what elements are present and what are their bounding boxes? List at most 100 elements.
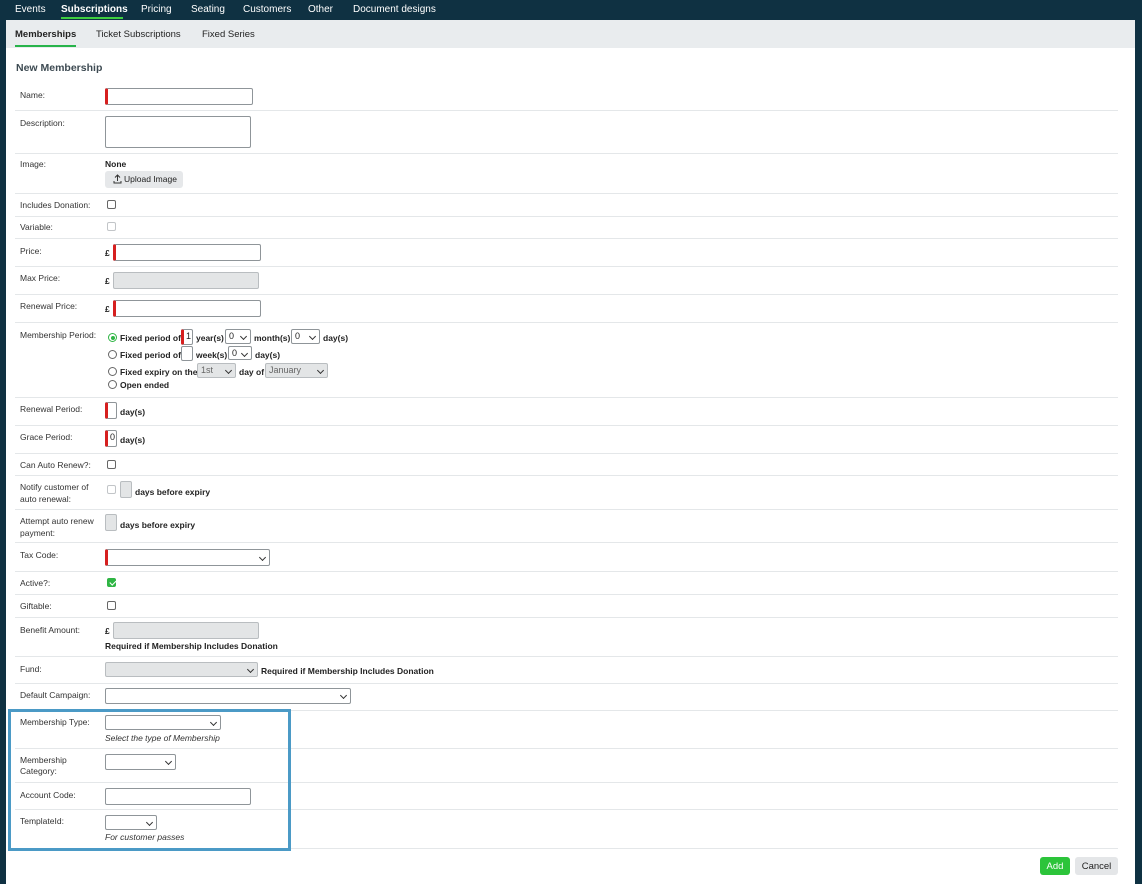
- variable-checkbox[interactable]: [107, 222, 116, 231]
- expiry-day-select[interactable]: 1st: [197, 363, 236, 378]
- day-of-text: day of: [239, 367, 265, 377]
- name-input[interactable]: [105, 88, 253, 105]
- active-label: Active?:: [20, 578, 51, 588]
- attempt-suffix: days before expiry: [120, 520, 196, 530]
- days-select[interactable]: 0: [291, 329, 320, 344]
- max-price-label: Max Price:: [20, 273, 61, 283]
- fixed-period-years-radio[interactable]: [108, 333, 117, 342]
- grace-period-unit: day(s): [120, 435, 146, 445]
- nav-document-designs[interactable]: Document designs: [353, 4, 436, 15]
- years-input[interactable]: 1: [181, 329, 193, 345]
- upload-image-button[interactable]: Upload Image: [105, 171, 183, 188]
- fund-label: Fund:: [20, 664, 42, 674]
- fund-select[interactable]: [105, 662, 258, 677]
- row-divider: [15, 425, 1118, 426]
- grace-period-input[interactable]: 0: [105, 430, 117, 447]
- notify-suffix: days before expiry: [135, 487, 211, 497]
- open-ended-radio[interactable]: [108, 380, 117, 389]
- attempt-days-input[interactable]: [105, 514, 117, 531]
- can-auto-renew-label: Can Auto Renew?:: [20, 460, 91, 470]
- fixed-expiry-text: Fixed expiry on the: [120, 367, 198, 377]
- days-value: 0: [295, 331, 301, 341]
- description-label: Description:: [20, 118, 65, 128]
- benefit-note: Required if Membership Includes Donation: [105, 641, 278, 651]
- row-divider: [15, 193, 1118, 194]
- default-campaign-select[interactable]: [105, 688, 351, 704]
- nav-pricing[interactable]: Pricing: [141, 4, 172, 15]
- giftable-checkbox[interactable]: [107, 601, 116, 610]
- weeks-unit: week(s): [196, 350, 228, 360]
- renewal-period-unit: day(s): [120, 407, 146, 417]
- weeks-days-unit: day(s): [255, 350, 281, 360]
- tax-code-select[interactable]: [105, 549, 270, 566]
- nav-customers[interactable]: Customers: [243, 4, 291, 15]
- notify-checkbox[interactable]: [107, 485, 116, 494]
- renewal-price-input[interactable]: [113, 300, 261, 317]
- row-divider: [15, 266, 1118, 267]
- row-divider: [15, 397, 1118, 398]
- row-divider: [15, 322, 1118, 323]
- row-divider: [15, 571, 1118, 572]
- open-ended-text: Open ended: [120, 380, 170, 390]
- row-divider: [15, 453, 1118, 454]
- weeks-days-value: 0: [232, 348, 238, 358]
- upload-icon: [113, 174, 122, 184]
- tab-ticket-subscriptions[interactable]: Ticket Subscriptions: [96, 29, 181, 40]
- can-auto-renew-checkbox[interactable]: [107, 460, 116, 469]
- weeks-input[interactable]: [181, 346, 193, 361]
- row-divider: [15, 617, 1118, 618]
- expiry-day-value: 1st: [201, 365, 214, 375]
- row-divider: [15, 238, 1118, 239]
- row-divider: [15, 542, 1118, 543]
- nav-seating[interactable]: Seating: [191, 4, 225, 15]
- nav-events[interactable]: Events: [15, 4, 46, 15]
- renewal-period-input[interactable]: [105, 402, 117, 419]
- max-price-input[interactable]: [113, 272, 259, 289]
- tab-fixed-series[interactable]: Fixed Series: [202, 29, 255, 40]
- price-input[interactable]: [113, 244, 261, 261]
- expiry-month-select[interactable]: January: [265, 363, 328, 378]
- tab-memberships[interactable]: Memberships: [15, 29, 76, 40]
- fixed-expiry-radio[interactable]: [108, 367, 117, 376]
- chevron-down-icon: [258, 553, 267, 562]
- notify-days-input[interactable]: [120, 481, 132, 498]
- description-textarea[interactable]: [105, 116, 251, 148]
- add-button[interactable]: Add: [1040, 857, 1070, 875]
- nav-active-indicator: [61, 17, 123, 19]
- chevron-down-icon: [308, 332, 317, 341]
- expiry-month-value: January: [269, 365, 302, 375]
- includes-donation-checkbox[interactable]: [107, 200, 116, 209]
- giftable-label: Giftable:: [20, 601, 52, 611]
- active-checkbox[interactable]: [107, 578, 116, 587]
- name-label: Name:: [20, 90, 46, 100]
- sub-nav: Memberships Ticket Subscriptions Fixed S…: [6, 20, 1135, 48]
- includes-donation-label: Includes Donation:: [20, 200, 91, 210]
- benefit-amount-input[interactable]: [113, 622, 259, 639]
- top-nav: Events Subscriptions Pricing Seating Cus…: [0, 0, 1142, 20]
- fund-note: Required if Membership Includes Donation: [261, 666, 434, 676]
- row-divider: [15, 656, 1118, 657]
- variable-label: Variable:: [20, 222, 53, 232]
- row-divider: [15, 594, 1118, 595]
- nav-subscriptions[interactable]: Subscriptions: [61, 4, 128, 15]
- add-button-label: Add: [1046, 861, 1064, 872]
- fixed-period-weeks-radio[interactable]: [108, 350, 117, 359]
- grace-period-value: 0: [110, 432, 116, 442]
- months-select[interactable]: 0: [225, 329, 251, 344]
- fixed-period-of-weeks-text: Fixed period of: [120, 350, 181, 360]
- chevron-down-icon: [316, 366, 325, 375]
- notify-label-line2: auto renewal:: [20, 494, 72, 504]
- renewal-price-currency: £: [105, 304, 110, 314]
- row-divider: [15, 153, 1118, 154]
- years-unit: year(s): [196, 333, 224, 343]
- main-panel: Memberships Ticket Subscriptions Fixed S…: [6, 20, 1135, 884]
- chevron-down-icon: [224, 366, 233, 375]
- row-divider: [15, 475, 1118, 476]
- months-value: 0: [229, 331, 235, 341]
- days-unit: day(s): [323, 333, 349, 343]
- weeks-days-select[interactable]: 0: [228, 346, 252, 360]
- cancel-button[interactable]: Cancel: [1075, 857, 1118, 875]
- membership-period-label: Membership Period:: [20, 330, 97, 340]
- attempt-label-line2: payment:: [20, 528, 55, 538]
- nav-other[interactable]: Other: [308, 4, 333, 15]
